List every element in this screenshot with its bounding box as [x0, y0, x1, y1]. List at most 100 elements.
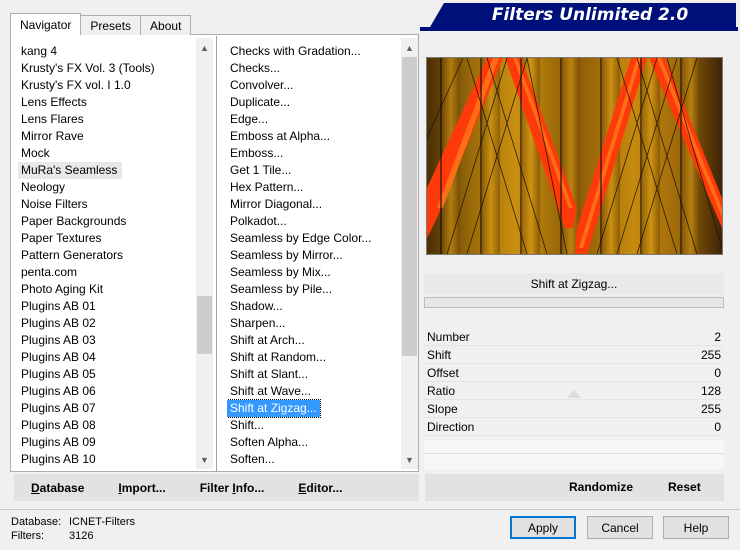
list-item[interactable]: Mock	[18, 145, 196, 162]
list-item[interactable]: Lens Flares	[18, 111, 196, 128]
filter-info-button[interactable]: Filter Info...	[183, 481, 282, 495]
parameter-slider-track[interactable]	[424, 435, 724, 436]
scroll-down-icon[interactable]: ▼	[401, 451, 418, 468]
list-item[interactable]: Checks...	[227, 60, 401, 77]
list-item[interactable]: Krusty's FX vol. I 1.0	[18, 77, 196, 94]
list-item-label: Polkadot...	[230, 214, 287, 228]
list-item[interactable]: Shift at Slant...	[227, 366, 401, 383]
parameter-row[interactable]: Number 2	[424, 328, 724, 346]
apply-button[interactable]: Apply	[510, 516, 576, 539]
list-item-label: Plugins AB 09	[21, 435, 96, 449]
help-button[interactable]: Help	[663, 516, 729, 539]
list-item[interactable]: Noise Filters	[18, 196, 196, 213]
list-item-label: kang 4	[21, 44, 58, 58]
list-item[interactable]: Neology	[18, 179, 196, 196]
list-item[interactable]: Seamless by Edge Color...	[227, 230, 401, 247]
tab-about[interactable]: About	[140, 15, 192, 35]
import-button[interactable]: Import...	[101, 481, 182, 495]
list-item[interactable]: Sharpen...	[227, 315, 401, 332]
list-item[interactable]: Mirror Rave	[18, 128, 196, 145]
slider-marker-icon	[567, 390, 581, 398]
list-item-label: Shift at Arch...	[230, 333, 305, 347]
list-item[interactable]: Plugins AB 01	[18, 298, 196, 315]
list-item-label: Get 1 Tile...	[230, 163, 292, 177]
list-item[interactable]: Paper Textures	[18, 230, 196, 247]
parameter-name: Shift	[427, 348, 452, 362]
parameter-row[interactable]: Direction 0	[424, 418, 724, 436]
list-item[interactable]: Lens Effects	[18, 94, 196, 111]
list-item[interactable]: Plugins AB 08	[18, 417, 196, 434]
tab-navigator[interactable]: Navigator	[10, 13, 82, 35]
list-item[interactable]: Paper Backgrounds	[18, 213, 196, 230]
list-item-label: Checks...	[230, 61, 281, 75]
list-item[interactable]: Seamless by Mix...	[227, 264, 401, 281]
list-item[interactable]: Soften Alpha...	[227, 434, 401, 451]
list-item-label: Krusty's FX vol. I 1.0	[21, 78, 131, 92]
list-item-label: Duplicate...	[230, 95, 291, 109]
list-item[interactable]: Seamless by Pile...	[227, 281, 401, 298]
parameter-row[interactable]: Slope 255	[424, 400, 724, 418]
filter-scroll-thumb[interactable]	[402, 57, 417, 356]
list-item[interactable]: Shift at Random...	[227, 349, 401, 366]
list-item-label: Sharpen...	[230, 316, 286, 330]
scroll-down-icon[interactable]: ▼	[196, 451, 213, 468]
list-item[interactable]: Plugins AB 09	[18, 434, 196, 451]
list-item[interactable]: Plugins AB 07	[18, 400, 196, 417]
list-item[interactable]: MuRa's Seamless	[18, 162, 196, 179]
parameter-row[interactable]: Shift 255	[424, 346, 724, 364]
list-item[interactable]: Pattern Generators	[18, 247, 196, 264]
list-item[interactable]: Plugins AB 06	[18, 383, 196, 400]
list-item-label: Lens Flares	[21, 112, 84, 126]
list-item[interactable]: Seamless by Mirror...	[227, 247, 401, 264]
randomize-button[interactable]: Randomize	[569, 480, 633, 494]
parameter-row[interactable]: Offset 0	[424, 364, 724, 382]
title-banner-line	[420, 27, 738, 31]
list-item[interactable]: penta.com	[18, 264, 196, 281]
list-item[interactable]: Duplicate...	[227, 94, 401, 111]
list-item[interactable]: Edge...	[227, 111, 401, 128]
list-item[interactable]: Emboss...	[227, 145, 401, 162]
list-item[interactable]: Plugins AB 03	[18, 332, 196, 349]
parameter-action-bar: Randomize Reset	[425, 474, 724, 501]
list-item[interactable]: Convolver...	[227, 77, 401, 94]
list-item[interactable]: Shift at Arch...	[227, 332, 401, 349]
list-item[interactable]: Emboss at Alpha...	[227, 128, 401, 145]
list-item[interactable]: Get 1 Tile...	[227, 162, 401, 179]
list-item[interactable]: Shadow...	[227, 298, 401, 315]
list-item[interactable]: Shift...	[227, 417, 401, 434]
category-scrollbar[interactable]: ▲ ▼	[196, 38, 213, 469]
list-item-label: Seamless by Pile...	[230, 282, 333, 296]
cancel-button[interactable]: Cancel	[587, 516, 653, 539]
parameter-value: 2	[714, 330, 721, 344]
list-item[interactable]: Photo Aging Kit	[18, 281, 196, 298]
list-item[interactable]: Soften...	[227, 451, 401, 466]
list-item[interactable]: Shift at Zigzag...	[227, 399, 401, 418]
reset-button[interactable]: Reset	[668, 480, 701, 494]
tab-presets[interactable]: Presets	[80, 15, 142, 35]
list-item[interactable]: kang 4	[18, 43, 196, 60]
list-item[interactable]: Plugins AB 10	[18, 451, 196, 466]
parameter-separator	[424, 453, 724, 454]
list-item[interactable]: Polkadot...	[227, 213, 401, 230]
filter-scrollbar[interactable]: ▲ ▼	[401, 38, 418, 469]
list-item[interactable]: Plugins AB 04	[18, 349, 196, 366]
database-button[interactable]: Database	[14, 481, 101, 495]
list-item[interactable]: Hex Pattern...	[227, 179, 401, 196]
list-item[interactable]: Shift at Wave...	[227, 383, 401, 400]
list-item[interactable]: Mirror Diagonal...	[227, 196, 401, 213]
list-item[interactable]: Plugins AB 05	[18, 366, 196, 383]
editor-button[interactable]: Editor...	[281, 481, 359, 495]
category-list[interactable]: kang 4 Krusty's FX Vol. 3 (Tools) Krusty's…	[18, 38, 196, 466]
list-item[interactable]: Plugins AB 02	[18, 315, 196, 332]
list-item[interactable]: Checks with Gradation...	[227, 43, 401, 60]
parameter-name: Number	[427, 330, 470, 344]
scroll-up-icon[interactable]: ▲	[401, 39, 418, 56]
category-scroll-thumb[interactable]	[197, 296, 212, 354]
filter-items: Checks with Gradation... Checks... Convolv…	[227, 43, 401, 466]
scroll-up-icon[interactable]: ▲	[196, 39, 213, 56]
list-item[interactable]: Krusty's FX Vol. 3 (Tools)	[18, 60, 196, 77]
list-item-label: Seamless by Mirror...	[230, 248, 343, 262]
list-item-label: Seamless by Mix...	[230, 265, 331, 279]
filter-list[interactable]: Checks with Gradation... Checks... Convolv…	[227, 38, 401, 466]
list-item-label: Shift at Slant...	[230, 367, 309, 381]
